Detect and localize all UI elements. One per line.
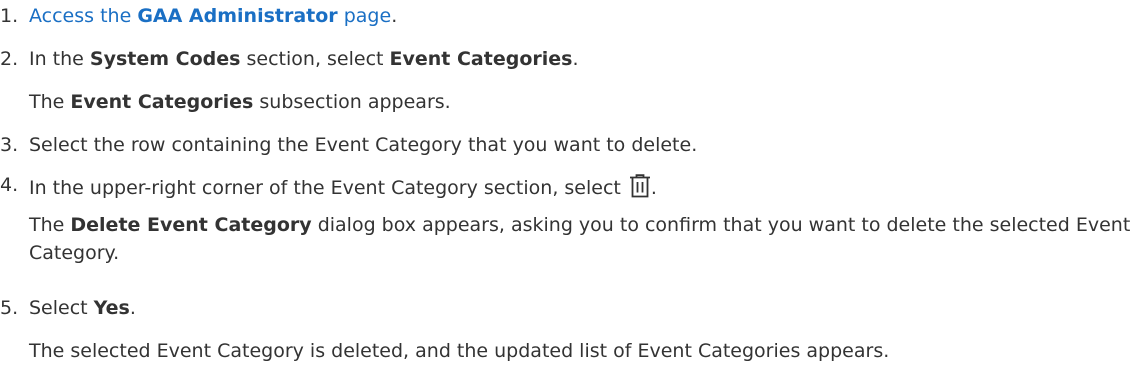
step-number: 3. — [0, 134, 19, 156]
text-segment: section, select — [240, 48, 390, 70]
step-text: Access the GAA Administrator page. — [29, 5, 397, 27]
text-segment: The — [29, 214, 71, 236]
step-text: Select the row containing the Event Cate… — [29, 134, 698, 156]
link-suffix[interactable]: page — [338, 5, 391, 27]
step-2-result: The Event Categories subsection appears. — [29, 91, 451, 113]
step-text: In the upper-right corner of the Event C… — [29, 174, 657, 203]
step-number: 5. — [0, 297, 19, 319]
event-categories-label: Event Categories — [70, 91, 254, 113]
event-categories-label: Event Categories — [389, 48, 573, 70]
step-text: Select Yes. — [29, 297, 136, 319]
system-codes-label: System Codes — [89, 48, 241, 70]
step-text: In the System Codes section, select Even… — [29, 48, 579, 70]
text-segment: In the upper-right corner of the Event C… — [29, 177, 627, 199]
step-5-result: The selected Event Category is deleted, … — [29, 340, 890, 362]
period: . — [391, 5, 398, 27]
text-segment: Select — [29, 297, 94, 319]
link-bold[interactable]: GAA Administrator — [137, 5, 337, 27]
period: . — [572, 48, 579, 70]
trash-icon — [629, 174, 651, 203]
period: . — [129, 297, 136, 319]
link-prefix[interactable]: Access the — [29, 5, 137, 27]
delete-event-category-label: Delete Event Category — [70, 214, 312, 236]
step-number: 4. — [0, 174, 19, 196]
text-segment: The — [29, 91, 71, 113]
step-4-result: The Delete Event Category dialog box app… — [29, 211, 1141, 267]
text-segment: subsection appears. — [253, 91, 451, 113]
yes-label: Yes — [93, 297, 130, 319]
gaa-administrator-link[interactable]: Access the GAA Administrator page — [29, 5, 391, 27]
period: . — [650, 177, 657, 199]
text-segment: In the — [29, 48, 90, 70]
step-number: 1. — [0, 5, 19, 27]
step-number: 2. — [0, 48, 19, 70]
